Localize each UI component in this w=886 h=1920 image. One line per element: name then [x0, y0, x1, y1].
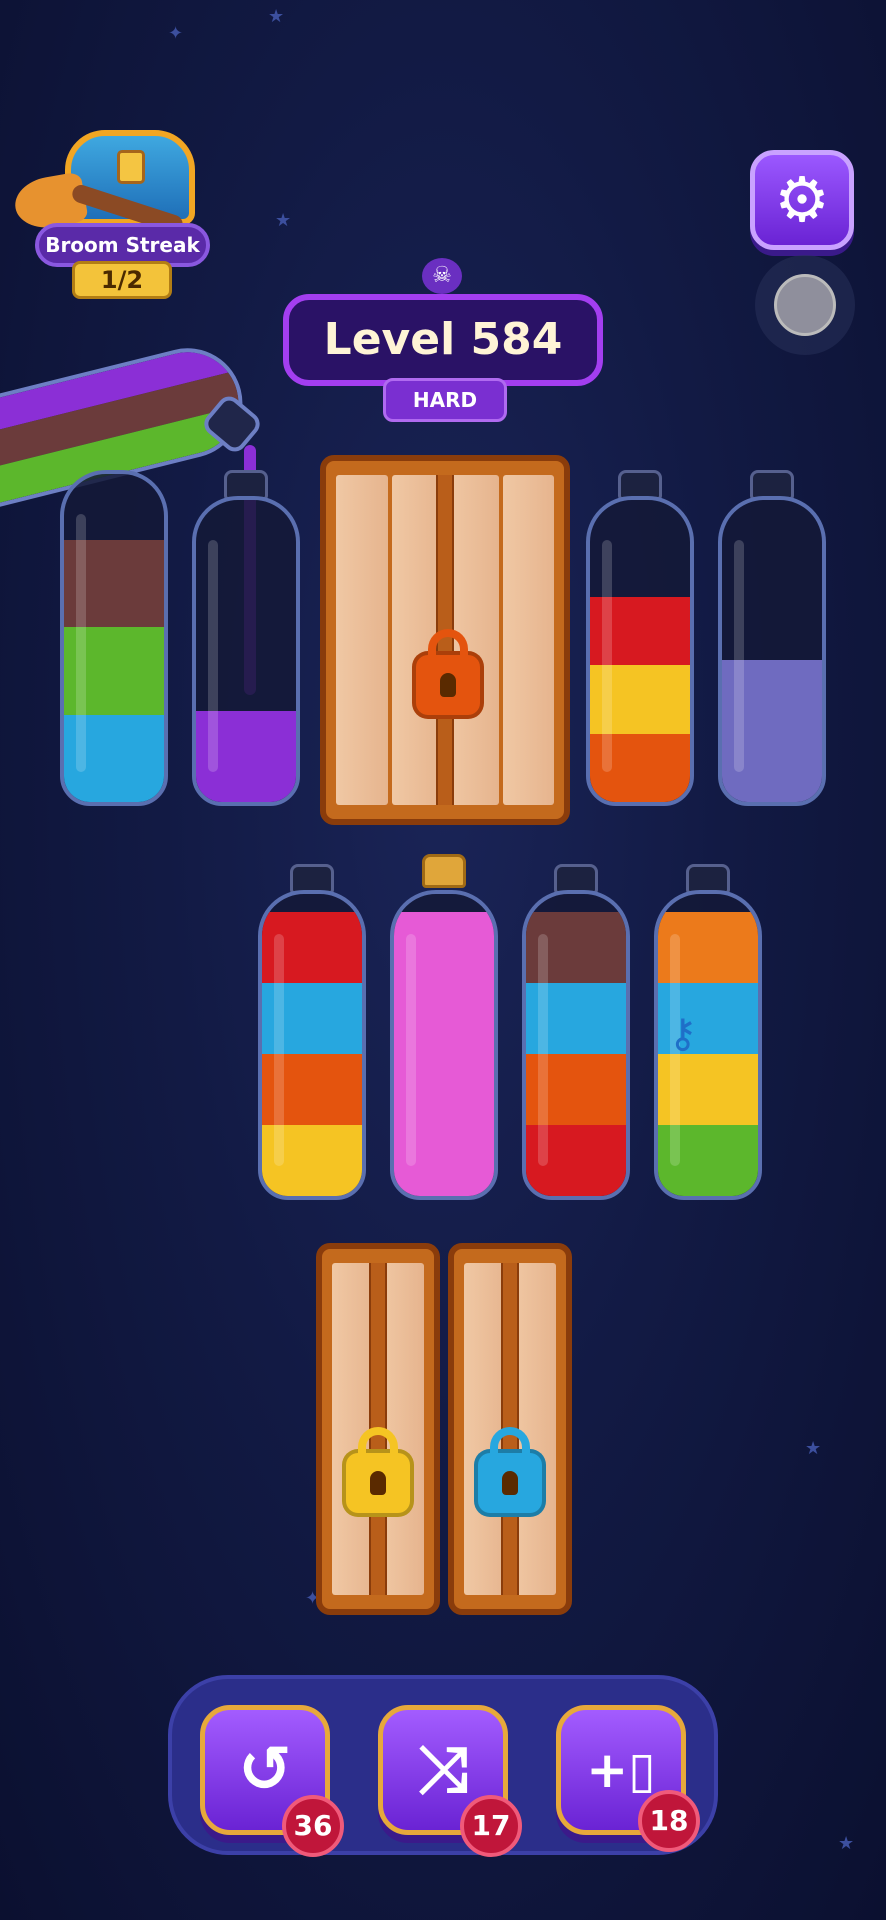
- streak-progress: 1/2: [72, 261, 172, 299]
- locked-bottle-door[interactable]: [316, 1243, 440, 1615]
- door-plank: [336, 475, 388, 805]
- bottle-glass: [586, 496, 694, 806]
- bottle[interactable]: [718, 470, 826, 806]
- bottle[interactable]: [522, 864, 630, 1200]
- bottle-glass: [718, 496, 826, 806]
- keyhole: [370, 1471, 386, 1495]
- bottle-glass: [390, 890, 498, 1200]
- keyhole: [502, 1471, 518, 1495]
- door-plank: [502, 475, 554, 805]
- liquid-layer: [526, 1054, 626, 1126]
- liquid-layer: [262, 912, 362, 984]
- liquid-layer: [526, 1125, 626, 1196]
- padlock-shackle: [490, 1427, 530, 1467]
- bottle[interactable]: [192, 470, 300, 806]
- padlock-shackle: [428, 629, 468, 669]
- padlock-icon: [412, 629, 484, 719]
- liquid-layer: [196, 711, 296, 802]
- bottle[interactable]: [586, 470, 694, 806]
- liquid-layer: [262, 1054, 362, 1126]
- bottle-glass: [192, 496, 300, 806]
- bottle[interactable]: ⚷: [654, 864, 762, 1200]
- liquid-layer: [526, 912, 626, 984]
- bottle-glass: [60, 470, 168, 806]
- liquid-layer: [658, 912, 758, 984]
- liquid-layer: [590, 665, 690, 734]
- liquid-layer: [722, 660, 822, 802]
- star-decoration: ✦: [168, 23, 184, 44]
- broom-streak-widget[interactable]: Broom Streak 1/2: [10, 115, 210, 305]
- star-decoration: ★: [838, 1833, 855, 1854]
- liquid-layer: [64, 714, 164, 802]
- skull-icon: ☠: [422, 258, 462, 294]
- toggle-knob: [774, 274, 836, 336]
- liquid-layer: [590, 733, 690, 802]
- assistive-touch-button[interactable]: [755, 255, 855, 355]
- star-decoration: ★: [805, 1438, 822, 1459]
- liquid-layer: [526, 983, 626, 1055]
- shuffle-count-badge: 17: [460, 1795, 522, 1857]
- star-decoration: ★: [268, 6, 285, 27]
- key-icon: ⚷: [668, 1011, 698, 1057]
- add-bottle-count-badge: 18: [638, 1790, 700, 1852]
- cork-icon: [422, 854, 466, 888]
- liquid-layer: [394, 912, 494, 1196]
- chest-lock-icon: [117, 150, 145, 184]
- undo-icon: ↺: [238, 1733, 292, 1807]
- undo-count-badge: 36: [282, 1795, 344, 1857]
- bottle[interactable]: [60, 470, 168, 806]
- add-bottle-icon: +▯: [586, 1741, 656, 1799]
- liquid-layer: [262, 983, 362, 1055]
- liquid-layer: [590, 596, 690, 666]
- liquid-layer: [658, 1125, 758, 1196]
- keyhole: [440, 673, 456, 697]
- bottle[interactable]: [258, 864, 366, 1200]
- padlock-shackle: [358, 1427, 398, 1467]
- shuffle-icon: ⤨: [417, 1733, 469, 1807]
- liquid-layer: [64, 627, 164, 715]
- liquid-layer: [658, 1054, 758, 1126]
- liquid-layer: [64, 539, 164, 628]
- liquid-layer: [262, 1125, 362, 1196]
- level-title: Level 584: [283, 294, 603, 386]
- padlock-icon: [474, 1427, 546, 1517]
- locked-bottle-door[interactable]: [320, 455, 570, 825]
- difficulty-badge: HARD: [383, 378, 507, 422]
- star-decoration: ★: [275, 210, 292, 231]
- bottle-glass: [522, 890, 630, 1200]
- padlock-icon: [342, 1427, 414, 1517]
- settings-button[interactable]: ⚙: [750, 150, 854, 250]
- locked-bottle-door[interactable]: [448, 1243, 572, 1615]
- gear-icon: ⚙: [774, 163, 830, 236]
- bottle[interactable]: [390, 854, 498, 1200]
- bottle-glass: [258, 890, 366, 1200]
